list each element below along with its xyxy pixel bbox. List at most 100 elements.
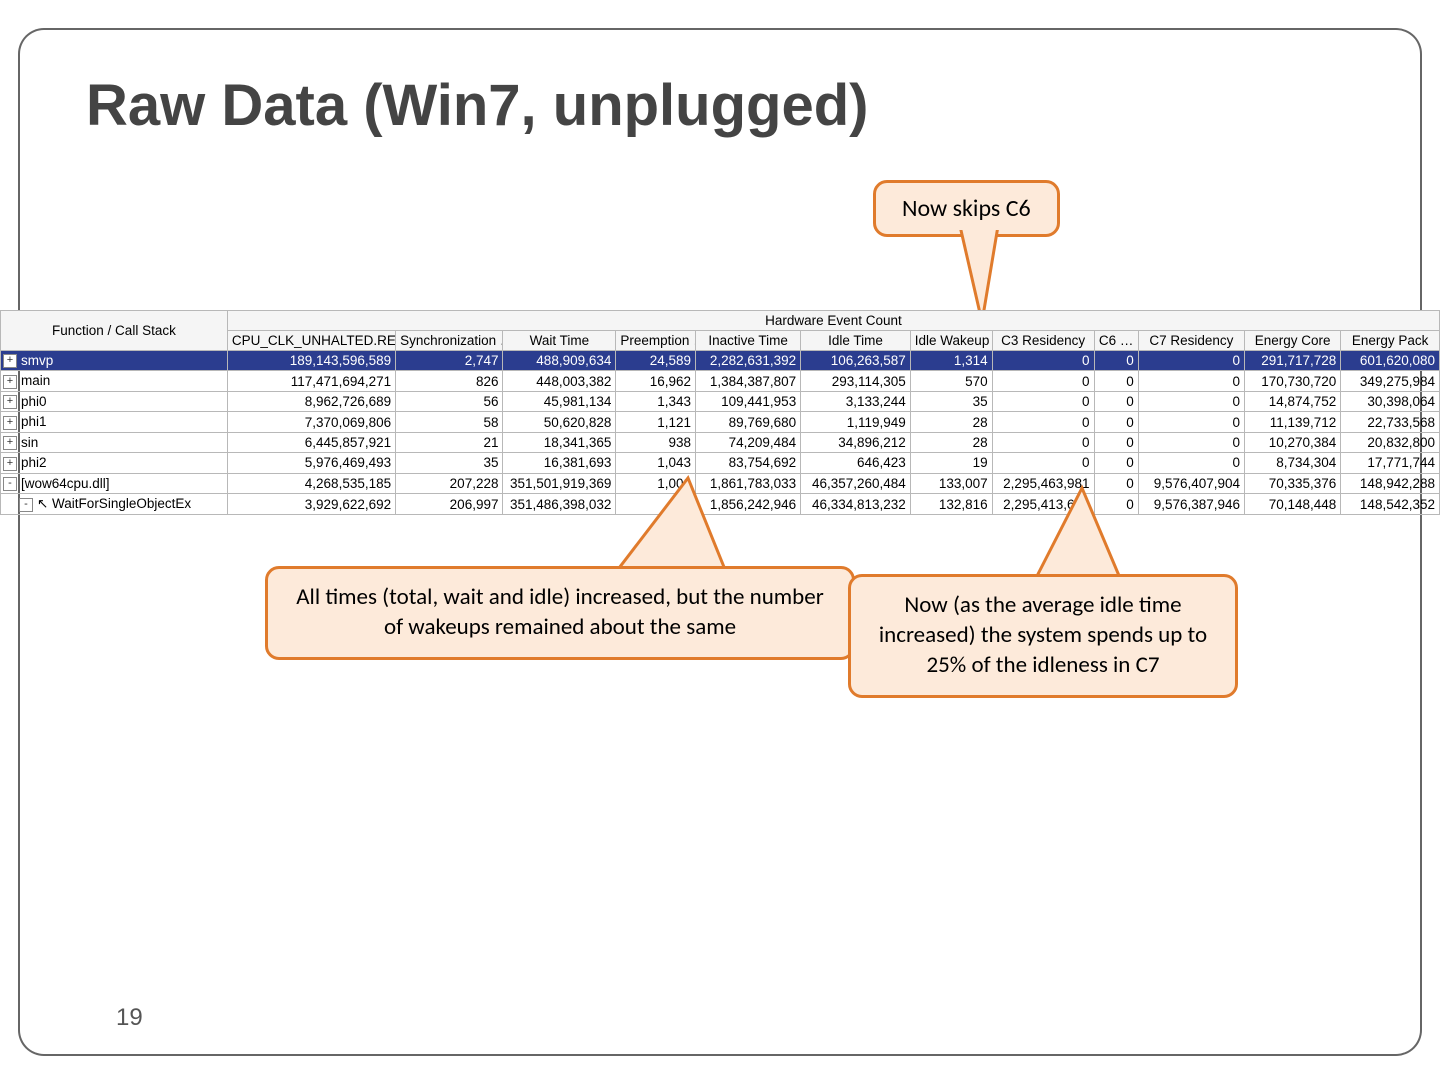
cell: 10,270,384 — [1245, 432, 1341, 452]
cell: 11,139,712 — [1245, 412, 1341, 432]
cell: 488,909,634 — [503, 351, 616, 371]
table-row[interactable]: +phi25,976,469,4933516,381,6931,04383,75… — [1, 453, 1440, 473]
frame-corner — [1364, 998, 1422, 1056]
cell: 293,114,305 — [801, 371, 911, 391]
cell: 34,896,212 — [801, 432, 911, 452]
cell: 70,148,448 — [1245, 494, 1341, 515]
cell: 19 — [910, 453, 992, 473]
table-row[interactable]: -[wow64cpu.dll]4,268,535,185207,228351,5… — [1, 473, 1440, 493]
cell: 1,314 — [910, 351, 992, 371]
cell: 0 — [1138, 453, 1244, 473]
col-header[interactable]: Idle Time — [801, 331, 911, 351]
cell: 0 — [1094, 432, 1138, 452]
cell: 1,856,242,946 — [696, 494, 801, 515]
cell: 109,441,953 — [696, 391, 801, 411]
frame-edge — [74, 1054, 1366, 1056]
row-name[interactable]: -[wow64cpu.dll] — [1, 473, 228, 493]
cell: 1,861,783,033 — [696, 473, 801, 493]
cell: 8,734,304 — [1245, 453, 1341, 473]
cell: 20,832,800 — [1341, 432, 1440, 452]
cell: 207,228 — [396, 473, 503, 493]
table-row[interactable]: +phi17,370,069,8065850,620,8281,12189,76… — [1, 412, 1440, 432]
cell: 46,357,260,484 — [801, 473, 911, 493]
col-header[interactable]: CPU_CLK_UNHALTED.REF … — [227, 331, 395, 351]
table-row[interactable]: -↖ WaitForSingleObjectEx3,929,622,692206… — [1, 494, 1440, 515]
col-header[interactable]: Inactive Time — [696, 331, 801, 351]
cell: 2,282,631,392 — [696, 351, 801, 371]
table-row[interactable]: +sin6,445,857,9212118,341,36593874,209,4… — [1, 432, 1440, 452]
collapse-icon[interactable]: - — [3, 477, 17, 491]
cell: 56 — [396, 391, 503, 411]
row-name[interactable]: -↖ WaitForSingleObjectEx — [1, 494, 228, 515]
cell: 0 — [992, 412, 1094, 432]
expand-icon[interactable]: + — [3, 395, 17, 409]
cell: 28 — [910, 412, 992, 432]
col-header[interactable]: C6 … — [1094, 331, 1138, 351]
col-header[interactable]: Synchronization … — [396, 331, 503, 351]
frame-edge — [18, 84, 20, 1000]
expand-icon[interactable]: + — [3, 457, 17, 471]
cell: 1,343 — [616, 391, 696, 411]
cell: 148,542,352 — [1341, 494, 1440, 515]
col-header[interactable]: C7 Residency — [1138, 331, 1244, 351]
cell: 46,334,813,232 — [801, 494, 911, 515]
col-header-group: Hardware Event Count — [227, 311, 1439, 331]
cell: 0 — [992, 371, 1094, 391]
cell: 601,620,080 — [1341, 351, 1440, 371]
cell: 0 — [1138, 371, 1244, 391]
cell: 351,501,919,369 — [503, 473, 616, 493]
cell: 0 — [992, 432, 1094, 452]
cell: 206,997 — [396, 494, 503, 515]
col-header-function[interactable]: Function / Call Stack — [1, 311, 228, 351]
expand-icon[interactable]: + — [3, 416, 17, 430]
cell: 0 — [1094, 371, 1138, 391]
cell: 83,754,692 — [696, 453, 801, 473]
cell: 28 — [910, 432, 992, 452]
row-name[interactable]: +phi1 — [1, 412, 228, 432]
col-header[interactable]: C3 Residency — [992, 331, 1094, 351]
cell: 1,384,387,807 — [696, 371, 801, 391]
col-header[interactable]: Preemption … — [616, 331, 696, 351]
cell: 448,003,382 — [503, 371, 616, 391]
slide-title: Raw Data (Win7, unplugged) — [86, 72, 868, 139]
cell: 24,589 — [616, 351, 696, 371]
cell: 826 — [396, 371, 503, 391]
cell: 0 — [1138, 351, 1244, 371]
cell: 2,295,413,695 — [992, 494, 1094, 515]
cell: 0 — [992, 351, 1094, 371]
col-header[interactable]: Energy Pack — [1341, 331, 1440, 351]
cell: 106,263,587 — [801, 351, 911, 371]
table-row[interactable]: +phi08,962,726,6895645,981,1341,343109,4… — [1, 391, 1440, 411]
cell: 1,121 — [616, 412, 696, 432]
col-header[interactable]: Energy Core — [1245, 331, 1341, 351]
collapse-icon[interactable]: - — [19, 498, 33, 512]
cell: 9,576,407,904 — [1138, 473, 1244, 493]
table-row[interactable]: +smvp189,143,596,5892,747488,909,63424,5… — [1, 351, 1440, 371]
frame-corner — [1364, 28, 1422, 86]
cell: 148,942,288 — [1341, 473, 1440, 493]
cell: 1,043 — [616, 453, 696, 473]
row-name[interactable]: +main — [1, 371, 228, 391]
cell: 938 — [616, 432, 696, 452]
cell: 5,976,469,493 — [227, 453, 395, 473]
cell: 4,268,535,185 — [227, 473, 395, 493]
col-header[interactable]: Idle Wakeup — [910, 331, 992, 351]
row-name[interactable]: +phi0 — [1, 391, 228, 411]
row-name[interactable]: +phi2 — [1, 453, 228, 473]
cell: 291,717,728 — [1245, 351, 1341, 371]
cell: 646,423 — [801, 453, 911, 473]
row-name[interactable]: +sin — [1, 432, 228, 452]
cell: 30,398,064 — [1341, 391, 1440, 411]
cell: 16,381,693 — [503, 453, 616, 473]
table-row[interactable]: +main117,471,694,271826448,003,38216,962… — [1, 371, 1440, 391]
cell: 89,769,680 — [696, 412, 801, 432]
frame-edge — [74, 28, 1366, 30]
col-header[interactable]: Wait Time — [503, 331, 616, 351]
cell: 16,962 — [616, 371, 696, 391]
expand-icon[interactable]: + — [3, 354, 17, 368]
cell: 0 — [1138, 391, 1244, 411]
expand-icon[interactable]: + — [3, 436, 17, 450]
expand-icon[interactable]: + — [3, 375, 17, 389]
cell: 1,000 — [616, 473, 696, 493]
row-name[interactable]: +smvp — [1, 351, 228, 371]
